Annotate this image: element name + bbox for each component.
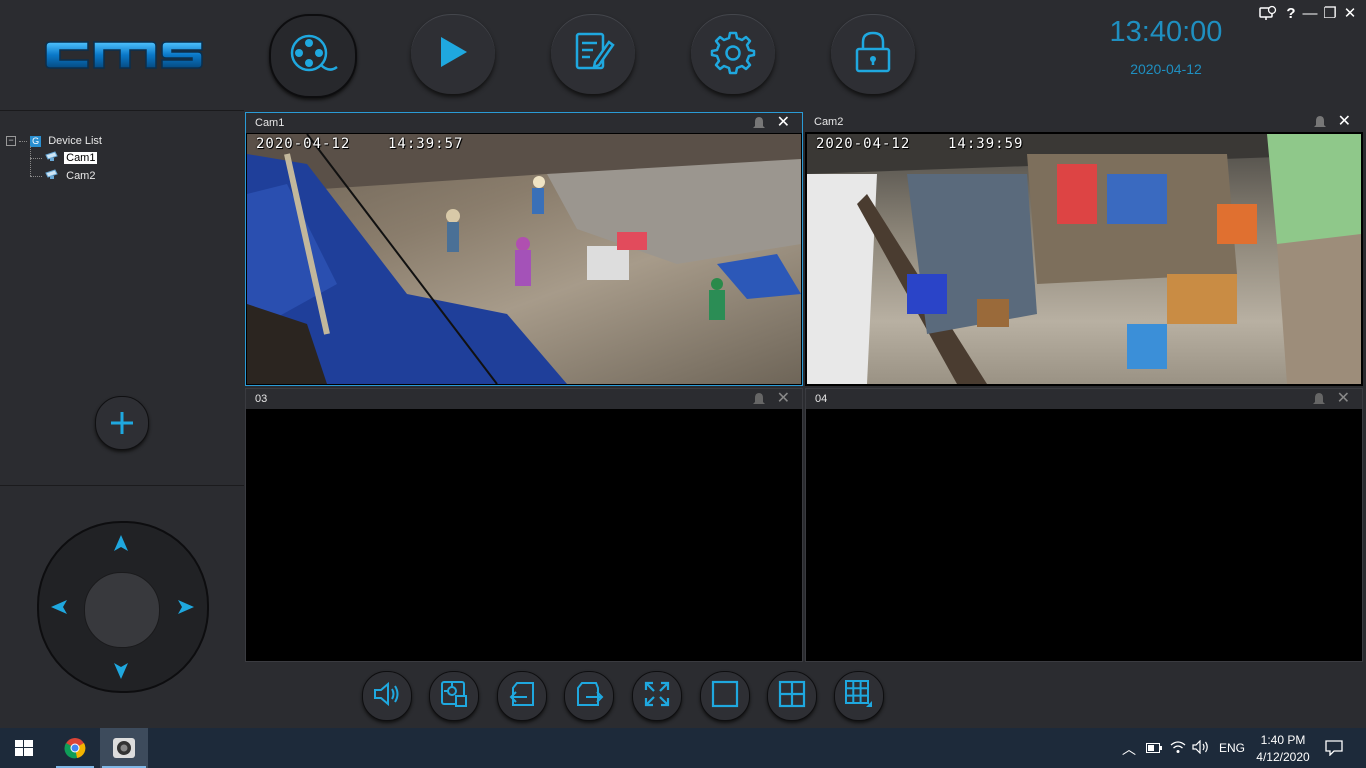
tile-title: 03 <box>255 393 268 405</box>
play-icon <box>436 35 470 74</box>
nav-lock-button[interactable] <box>831 14 915 94</box>
battery-icon[interactable] <box>1146 742 1162 756</box>
alarm-bell-icon[interactable] <box>752 392 766 413</box>
previous-page-button[interactable] <box>497 671 547 721</box>
tile-title: Cam1 <box>255 117 285 129</box>
video-tile-1[interactable]: Cam1 ✕ 2020-04-12 14:39:57 <box>245 112 803 386</box>
speaker-icon <box>372 680 402 713</box>
tree-item-cam1[interactable]: Cam1 <box>30 150 98 166</box>
snapshot-button[interactable] <box>429 671 479 721</box>
audio-button[interactable] <box>362 671 412 721</box>
taskbar-clock[interactable]: 1:40 PM 4/12/2020 <box>1250 732 1316 766</box>
camera-icon <box>45 151 59 164</box>
page-prev-icon <box>507 680 537 713</box>
clock-time: 13:40:00 <box>1109 16 1223 48</box>
gear-icon <box>710 29 756 80</box>
taskbar-date: 4/12/2020 <box>1256 750 1310 764</box>
close-tile-button[interactable]: ✕ <box>777 113 790 133</box>
tile-title: 04 <box>815 393 828 405</box>
taskbar-chrome[interactable] <box>54 728 96 768</box>
tree-root[interactable]: − G Device List <box>6 133 102 149</box>
clock-date: 2020-04-12 <box>1130 61 1202 77</box>
ptz-down-button[interactable] <box>113 662 129 685</box>
layout-9-icon <box>844 679 874 714</box>
notification-icon[interactable] <box>1325 740 1343 759</box>
help-button[interactable]: ? <box>1281 5 1301 23</box>
alarm-bell-icon[interactable] <box>1312 392 1326 413</box>
layout-1-icon <box>711 680 739 713</box>
add-device-button[interactable] <box>95 396 149 450</box>
fullscreen-icon <box>643 680 671 713</box>
page-next-icon <box>574 680 604 713</box>
film-reel-icon <box>285 29 341 84</box>
language-indicator[interactable]: ENG <box>1219 741 1245 755</box>
tile-title-bar: Cam2 ✕ <box>805 112 1363 132</box>
taskbar-cms[interactable] <box>100 728 148 768</box>
nav-settings-button[interactable] <box>691 14 775 94</box>
collapse-icon[interactable]: − <box>6 136 16 147</box>
chevron-up-icon[interactable]: ︿ <box>1122 739 1136 759</box>
volume-icon[interactable] <box>1192 739 1210 757</box>
video-feed-cam1: 2020-04-12 14:39:57 <box>247 134 801 384</box>
tree-item-label: Cam1 <box>64 152 98 164</box>
tree-item-cam2[interactable]: Cam2 <box>30 168 97 184</box>
chrome-icon <box>64 737 86 764</box>
capture-icon <box>440 680 468 713</box>
tree-root-label: Device List <box>48 135 102 147</box>
next-page-button[interactable] <box>564 671 614 721</box>
video-feed-cam2: 2020-04-12 14:39:59 <box>807 134 1361 384</box>
restore-button[interactable]: ❐ <box>1320 5 1340 23</box>
fullscreen-button[interactable] <box>632 671 682 721</box>
video-tile-3[interactable]: 03 ✕ <box>245 388 803 662</box>
multi-view-button[interactable] <box>834 671 884 721</box>
plus-icon <box>109 410 135 441</box>
panel-divider <box>0 485 244 486</box>
tile-title-bar: Cam1 ✕ <box>246 113 802 133</box>
edit-document-icon <box>571 30 615 79</box>
cms-logo <box>44 34 206 76</box>
minimize-button[interactable]: — <box>1300 5 1320 23</box>
video-timestamp: 2020-04-12 14:39:57 <box>256 136 464 152</box>
windows-start-icon[interactable] <box>15 740 33 761</box>
wifi-icon[interactable] <box>1170 740 1186 757</box>
alarm-bell-icon[interactable] <box>1313 115 1327 136</box>
tree-item-label: Cam2 <box>66 170 96 182</box>
camera-icon <box>45 169 59 182</box>
video-tile-4[interactable]: 04 ✕ <box>805 388 1363 662</box>
nav-playback-button[interactable] <box>411 14 495 94</box>
video-timestamp: 2020-04-12 14:39:59 <box>816 136 1024 152</box>
ptz-center-button[interactable] <box>84 572 160 648</box>
ptz-up-button[interactable] <box>113 534 129 557</box>
video-tile-2[interactable]: Cam2 ✕ 2020-04-12 14:39:59 <box>805 112 1363 386</box>
single-view-button[interactable] <box>700 671 750 721</box>
cms-app-icon <box>112 737 136 764</box>
nav-log-button[interactable] <box>551 14 635 94</box>
close-tile-button[interactable]: ✕ <box>1337 389 1350 409</box>
lock-icon <box>853 29 893 80</box>
ptz-left-button[interactable] <box>50 599 68 620</box>
tile-title-bar: 03 ✕ <box>246 389 802 409</box>
layout-4-icon <box>778 680 806 713</box>
taskbar-time: 1:40 PM <box>1260 733 1306 747</box>
close-tile-button[interactable]: ✕ <box>777 389 790 409</box>
nav-live-view-button[interactable] <box>269 14 357 98</box>
close-button[interactable]: ✕ <box>1340 5 1360 23</box>
quad-view-button[interactable] <box>767 671 817 721</box>
tile-title: Cam2 <box>814 116 844 128</box>
tile-title-bar: 04 ✕ <box>806 389 1362 409</box>
ptz-right-button[interactable] <box>177 599 195 620</box>
network-icon[interactable] <box>1258 5 1278 23</box>
close-tile-button[interactable]: ✕ <box>1338 112 1351 132</box>
group-icon: G <box>30 135 42 147</box>
